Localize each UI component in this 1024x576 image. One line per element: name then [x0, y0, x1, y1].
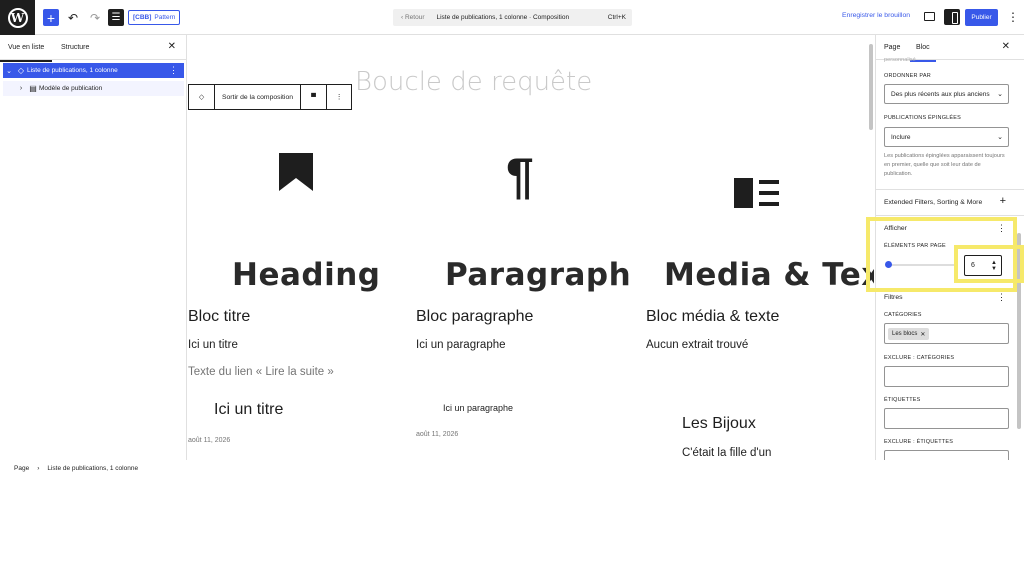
list-item-post-template[interactable]: › ▤ Modèle de publication [3, 81, 184, 96]
column-heading: Heading [232, 257, 381, 293]
sticky-label: PUBLICATIONS ÉPINGLÉES [884, 115, 962, 121]
remove-icon[interactable]: ✕ [920, 331, 925, 338]
extended-filters-header[interactable]: Extended Filters, Sorting & More [884, 199, 982, 206]
list-item-label: Modèle de publication [39, 85, 103, 92]
breadcrumb-item-block[interactable]: Liste de publications, 1 colonne [47, 465, 138, 472]
post-excerpt: Ici un paragraphe [416, 339, 506, 351]
redo-button[interactable]: ↷ [88, 9, 102, 26]
undo-icon: ↶ [67, 10, 79, 25]
options-icon[interactable]: ⋮ [169, 65, 178, 76]
post-subtitle: Les Bijoux [682, 415, 756, 432]
list-view-icon: ☰ [111, 12, 121, 23]
wordpress-icon: W [7, 7, 28, 28]
list-item-label: Liste de publications, 1 colonne [27, 67, 118, 74]
exclude-tags-field[interactable] [884, 450, 1009, 460]
category-token-label: Les blocs [892, 331, 918, 337]
more-options-icon[interactable]: ⋮ [1007, 9, 1019, 26]
category-token[interactable]: Les blocs ✕ [888, 328, 930, 340]
post-title[interactable]: Bloc média & texte [646, 308, 779, 326]
post-excerpt: C'était la fille d'un [682, 447, 772, 459]
document-title: Liste de publications, 1 colonne · Compo… [436, 14, 570, 21]
sticky-help: Les publications épinglées apparaissent … [884, 153, 1005, 177]
sticky-value: Inclure [891, 133, 911, 141]
column-heading: Paragraph [445, 257, 632, 293]
sticky-select[interactable]: Inclure ⌄ [884, 127, 1009, 147]
preview-desktop-icon[interactable] [924, 12, 935, 21]
chevron-right-icon[interactable]: › [15, 85, 27, 92]
order-value: Des plus récents aux plus anciens [891, 90, 990, 98]
filters-header: Filtres [884, 294, 903, 301]
post-subtitle: Ici un paragraphe [443, 403, 514, 413]
list-view-panel: Vue en liste Structure ✕ ⌄ ◇ Liste de pu… [0, 35, 187, 460]
back-link[interactable]: ‹ Retour [401, 14, 424, 21]
exclude-tags-label: EXCLURE : ÉTIQUETTES [884, 439, 954, 445]
bookmark-icon [279, 153, 313, 201]
canvas-scrollbar[interactable] [869, 44, 873, 130]
align-icon[interactable]: ▀ [301, 85, 327, 109]
breadcrumb: Page › Liste de publications, 1 colonne [0, 460, 1024, 476]
list-item-query-loop[interactable]: ⌄ ◇ Liste de publications, 1 colonne ⋮ [3, 63, 184, 78]
categories-label: CATÉGORIES [884, 312, 922, 318]
add-block-button[interactable]: + [43, 9, 59, 26]
list-view-tabs: Vue en liste Structure ✕ [0, 35, 186, 62]
paragraph-icon: ¶ [506, 148, 534, 204]
wordpress-logo-button[interactable]: W [0, 0, 35, 35]
undo-button[interactable]: ↶ [66, 9, 80, 26]
divider [876, 215, 1024, 216]
breadcrumb-separator-icon: › [37, 464, 40, 472]
top-toolbar: W + ↶ ↷ ☰ [CBB] Pattern ‹ Retour Liste d… [0, 0, 1024, 35]
divider [876, 189, 1024, 190]
block-toolbar: ◇ Sortir de la composition ▀ ⋮ [188, 84, 352, 110]
layout-icon: ▤ [29, 84, 37, 93]
save-draft-button[interactable]: Enregistrer le brouillon [842, 12, 910, 19]
column-heading: Media & Text [664, 257, 874, 293]
editor-app: W + ↶ ↷ ☰ [CBB] Pattern ‹ Retour Liste d… [0, 0, 1024, 460]
close-icon[interactable]: ✕ [1002, 41, 1010, 52]
order-select[interactable]: Des plus récents aux plus anciens ⌄ [884, 84, 1009, 104]
tab-page[interactable]: Page [884, 44, 900, 51]
exit-pattern-button[interactable]: Sortir de la composition [215, 85, 301, 109]
pattern-label: Pattern [154, 14, 176, 21]
loop-icon: ◇ [17, 66, 25, 75]
order-label: ORDONNER PAR [884, 73, 931, 79]
editor-canvas[interactable]: Boucle de requête ◇ Sortir de la composi… [188, 35, 874, 460]
document-overview-button[interactable]: ☰ [108, 9, 124, 26]
settings-sidebar-toggle-icon[interactable] [944, 9, 960, 25]
redo-icon: ↷ [89, 10, 101, 25]
post-date: août 11, 2026 [416, 431, 459, 438]
tags-field[interactable] [884, 408, 1009, 429]
tab-block[interactable]: Bloc [910, 44, 936, 62]
exclude-categories-field[interactable] [884, 366, 1009, 387]
read-more-link[interactable]: Texte du lien « Lire la suite » [188, 366, 334, 378]
close-icon[interactable]: ✕ [168, 41, 176, 52]
loop-icon[interactable]: ◇ [189, 85, 215, 109]
tab-outline[interactable]: Structure [61, 44, 89, 51]
publish-button[interactable]: Publier [965, 9, 998, 26]
plus-icon[interactable]: + [1000, 195, 1006, 207]
tab-list-view[interactable]: Vue en liste [0, 44, 53, 62]
pattern-badge[interactable]: [CBB] Pattern [128, 10, 181, 25]
more-options-icon[interactable]: ⋮ [327, 85, 351, 109]
post-title[interactable]: Bloc paragraphe [416, 308, 533, 326]
exclude-categories-label: EXCLURE : CATÉGORIES [884, 355, 955, 361]
query-loop-placeholder-title: Boucle de requête [355, 67, 593, 97]
post-excerpt: Ici un titre [188, 339, 238, 351]
pattern-icon: [CBB] [133, 14, 152, 21]
media-text-icon [734, 173, 780, 218]
breadcrumb-item-page[interactable]: Page [14, 465, 29, 472]
chevron-down-icon: ⌄ [997, 134, 1003, 141]
cut-off-text: personnalisé [884, 57, 916, 63]
tags-label: ÉTIQUETTES [884, 397, 921, 403]
post-subtitle: Ici un titre [214, 401, 284, 418]
chevron-down-icon[interactable]: ⌄ [3, 67, 15, 75]
command-shortcut: Ctrl+K [607, 14, 626, 21]
post-title[interactable]: Bloc titre [188, 308, 250, 326]
chevron-down-icon: ⌄ [997, 91, 1003, 98]
highlight-box-number [954, 245, 1024, 283]
plus-icon: + [46, 9, 56, 26]
document-bar[interactable]: ‹ Retour Liste de publications, 1 colonn… [393, 9, 632, 26]
post-date: août 11, 2026 [188, 437, 231, 444]
post-excerpt: Aucun extrait trouvé [646, 339, 749, 351]
options-icon[interactable]: ⋮ [997, 292, 1006, 303]
